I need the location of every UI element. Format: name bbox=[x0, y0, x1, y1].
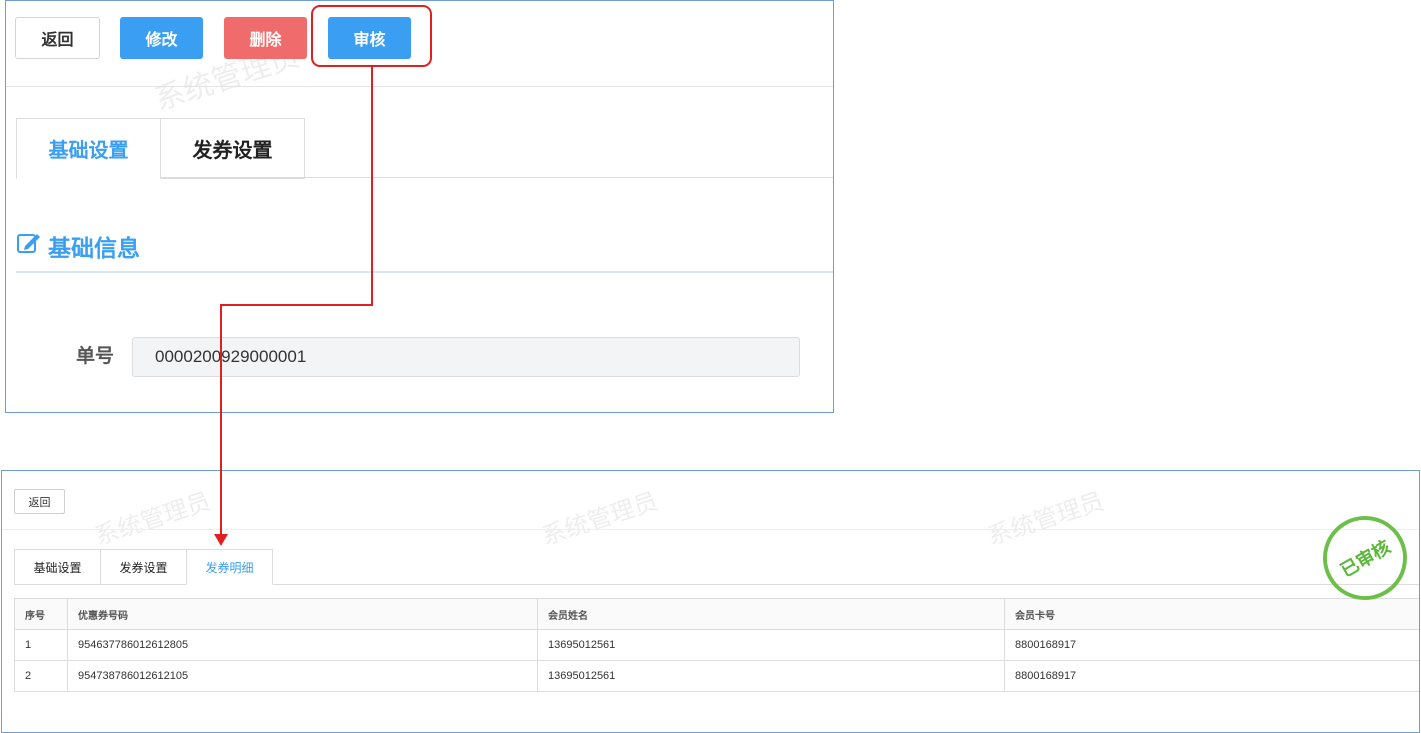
tab-basic-settings[interactable]: 基础设置 bbox=[16, 118, 161, 179]
tab-coupon-details[interactable]: 发券明细 bbox=[186, 549, 273, 585]
flow-arrow bbox=[214, 67, 373, 546]
